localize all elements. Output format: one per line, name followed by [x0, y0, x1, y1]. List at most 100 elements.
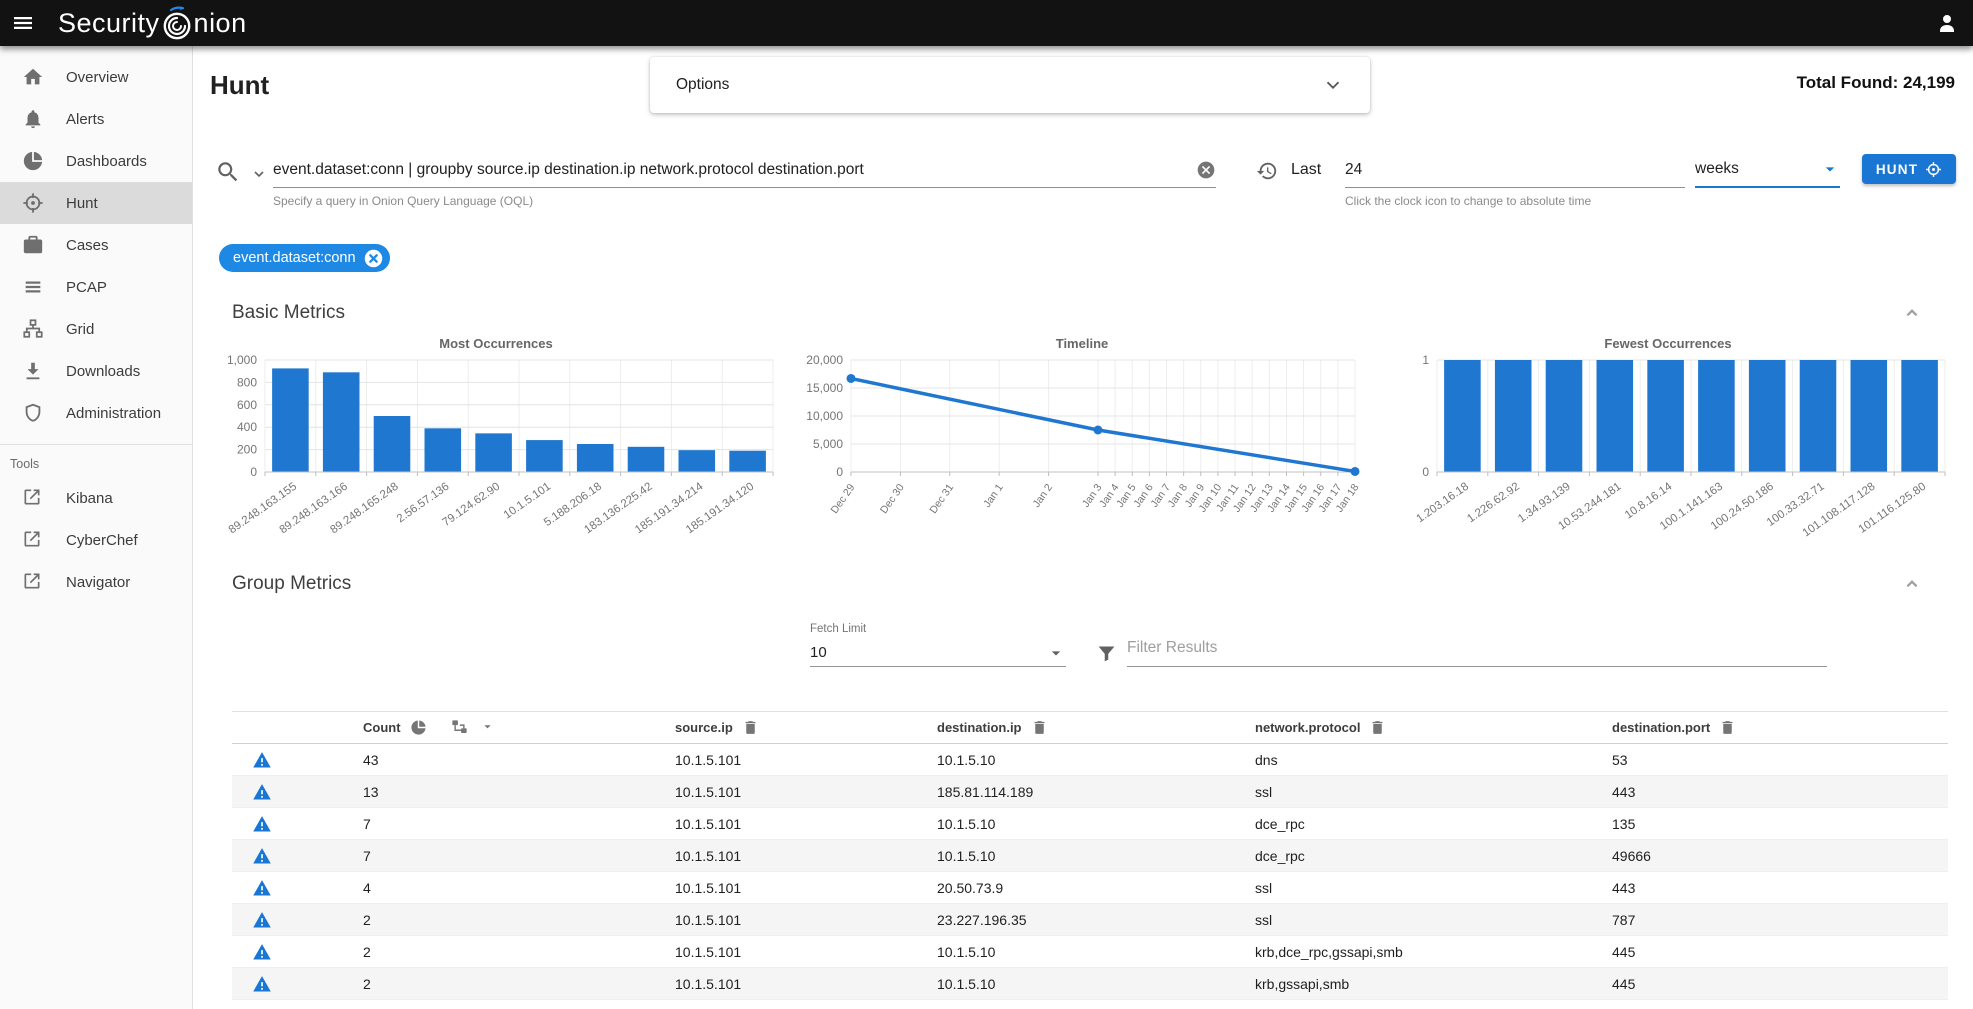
chevron-down-icon[interactable] — [1322, 74, 1344, 96]
chart-point[interactable] — [1351, 467, 1360, 476]
duration-input[interactable] — [1345, 161, 1685, 179]
table-cell[interactable]: 10.1.5.101 — [675, 968, 937, 1000]
table-cell[interactable]: 10.1.5.10 — [937, 936, 1255, 968]
chart-bar[interactable] — [1851, 360, 1888, 472]
clear-query-icon[interactable] — [1196, 160, 1216, 180]
table-cell[interactable]: dce_rpc — [1255, 840, 1612, 872]
table-cell[interactable]: krb,dce_rpc,gssapi,smb — [1255, 936, 1612, 968]
table-cell[interactable]: 2 — [363, 968, 675, 1000]
table-cell[interactable]: ssl — [1255, 872, 1612, 904]
chart-bar[interactable] — [1647, 360, 1684, 472]
table-cell[interactable]: 10.1.5.101 — [675, 744, 937, 776]
table-cell[interactable]: 43 — [363, 744, 675, 776]
table-cell[interactable]: 10.1.5.10 — [937, 968, 1255, 1000]
table-cell[interactable]: 7 — [363, 840, 675, 872]
hunt-button[interactable]: HUNT — [1862, 154, 1956, 184]
warning-triangle-icon[interactable] — [252, 910, 272, 930]
table-cell[interactable]: krb,gssapi,smb — [1255, 968, 1612, 1000]
menu-icon[interactable] — [0, 11, 46, 35]
pie-chart-icon[interactable] — [410, 719, 427, 736]
table-cell[interactable]: 53 — [1612, 744, 1948, 776]
table-cell[interactable]: 10.1.5.101 — [675, 936, 937, 968]
basic-metrics-collapse-icon[interactable] — [1901, 302, 1923, 324]
chart-fewest-occurrences[interactable]: Fewest Occurrences 011.203.16.181.226.62… — [1375, 334, 1961, 555]
table-cell[interactable]: 10.1.5.101 — [675, 904, 937, 936]
column-label[interactable]: source.ip — [675, 720, 733, 735]
sidebar-item-downloads[interactable]: Downloads — [0, 350, 192, 392]
warning-triangle-icon[interactable] — [252, 814, 272, 834]
sidebar-item-overview[interactable]: Overview — [0, 56, 192, 98]
sidebar-item-administration[interactable]: Administration — [0, 392, 192, 434]
table-cell[interactable]: dns — [1255, 744, 1612, 776]
sidebar-item-kibana[interactable]: Kibana — [0, 477, 192, 519]
chart-bar[interactable] — [374, 416, 411, 472]
chart-bar[interactable] — [679, 450, 716, 472]
chart-point[interactable] — [1093, 426, 1102, 435]
table-cell[interactable]: ssl — [1255, 776, 1612, 808]
filter-results-input[interactable] — [1127, 639, 1827, 657]
table-cell[interactable]: 23.227.196.35 — [937, 904, 1255, 936]
sidebar-item-pcap[interactable]: PCAP — [0, 266, 192, 308]
table-cell[interactable]: 13 — [363, 776, 675, 808]
column-label[interactable]: Count — [363, 720, 401, 735]
trash-icon[interactable] — [1719, 719, 1736, 736]
time-unit-select[interactable]: weeks — [1695, 152, 1840, 188]
sidebar-item-navigator[interactable]: Navigator — [0, 561, 192, 603]
table-cell[interactable]: 443 — [1612, 872, 1948, 904]
chart-bar[interactable] — [729, 451, 766, 472]
table-cell[interactable]: 10.1.5.10 — [937, 744, 1255, 776]
chart-bar[interactable] — [323, 372, 360, 472]
user-menu-icon[interactable] — [1921, 11, 1973, 35]
sidebar-item-grid[interactable]: Grid — [0, 308, 192, 350]
warning-triangle-icon[interactable] — [252, 846, 272, 866]
table-cell[interactable]: 445 — [1612, 936, 1948, 968]
sidebar-item-dashboards[interactable]: Dashboards — [0, 140, 192, 182]
table-cell[interactable]: 7 — [363, 808, 675, 840]
chart-most-occurrences[interactable]: Most Occurrences 02004006008001,00089.24… — [203, 334, 789, 555]
chart-bar[interactable] — [1546, 360, 1583, 472]
caret-down-icon[interactable] — [480, 719, 497, 736]
table-cell[interactable]: 2 — [363, 904, 675, 936]
chart-timeline[interactable]: Timeline 05,00010,00015,00020,000Dec 29D… — [789, 334, 1375, 555]
filter-chip-event-dataset-conn[interactable]: event.dataset:conn — [219, 244, 390, 272]
table-cell[interactable]: 10.1.5.101 — [675, 872, 937, 904]
group-metrics-collapse-icon[interactable] — [1901, 573, 1923, 595]
table-cell[interactable]: 10.1.5.101 — [675, 776, 937, 808]
warning-triangle-icon[interactable] — [252, 974, 272, 994]
sidebar-item-alerts[interactable]: Alerts — [0, 98, 192, 140]
warning-triangle-icon[interactable] — [252, 878, 272, 898]
table-cell[interactable]: 443 — [1612, 776, 1948, 808]
table-cell[interactable]: dce_rpc — [1255, 808, 1612, 840]
warning-triangle-icon[interactable] — [252, 942, 272, 962]
table-cell[interactable]: 10.1.5.101 — [675, 808, 937, 840]
table-cell[interactable]: 4 — [363, 872, 675, 904]
table-cell[interactable]: 445 — [1612, 968, 1948, 1000]
sidebar-item-cases[interactable]: Cases — [0, 224, 192, 266]
chart-bar[interactable] — [1495, 360, 1532, 472]
chart-bar[interactable] — [526, 440, 563, 472]
trash-icon[interactable] — [742, 719, 759, 736]
table-cell[interactable]: ssl — [1255, 904, 1612, 936]
table-cell[interactable]: 10.1.5.10 — [937, 840, 1255, 872]
fetch-limit-select[interactable]: 10 — [810, 639, 1066, 667]
history-clock-icon[interactable] — [1256, 160, 1278, 182]
column-label[interactable]: destination.ip — [937, 720, 1022, 735]
chart-bar[interactable] — [1800, 360, 1837, 472]
chart-bar[interactable] — [475, 433, 512, 472]
sidebar-item-cyberchef[interactable]: CyberChef — [0, 519, 192, 561]
chart-bar[interactable] — [425, 428, 462, 472]
table-cell[interactable]: 20.50.73.9 — [937, 872, 1255, 904]
table-cell[interactable]: 2 — [363, 936, 675, 968]
query-input[interactable] — [273, 161, 1196, 179]
query-history-chevron-icon[interactable] — [251, 166, 267, 182]
table-cell[interactable]: 49666 — [1612, 840, 1948, 872]
table-cell[interactable]: 185.81.114.189 — [937, 776, 1255, 808]
chart-bar[interactable] — [1597, 360, 1634, 472]
table-cell[interactable]: 10.1.5.10 — [937, 808, 1255, 840]
remove-filter-icon[interactable] — [363, 248, 384, 269]
chart-bar[interactable] — [272, 368, 309, 472]
column-label[interactable]: destination.port — [1612, 720, 1710, 735]
trash-icon[interactable] — [1031, 719, 1048, 736]
app-logo[interactable]: Security nion — [58, 5, 247, 41]
column-label[interactable]: network.protocol — [1255, 720, 1360, 735]
